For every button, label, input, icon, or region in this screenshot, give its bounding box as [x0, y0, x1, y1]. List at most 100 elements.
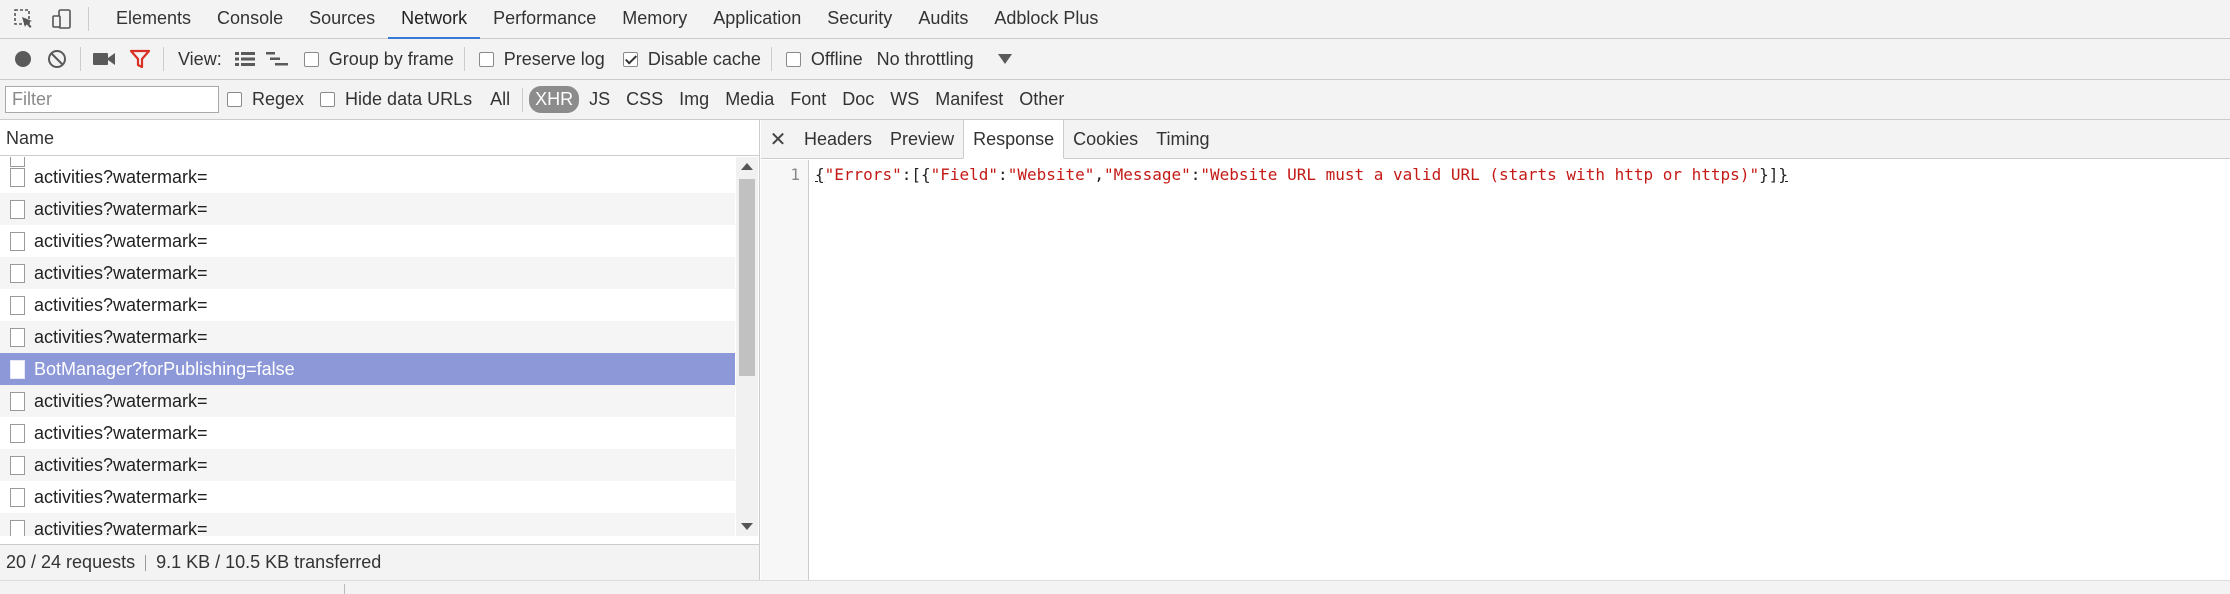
tab-audits[interactable]: Audits — [905, 0, 981, 39]
tab-network[interactable]: Network — [388, 0, 481, 40]
json-punctuation: } — [1778, 165, 1788, 184]
detail-tab-cookies[interactable]: Cookies — [1064, 120, 1147, 159]
file-icon — [10, 199, 25, 219]
network-toolbar: View: Group by frame Preserve log Disabl… — [0, 39, 2230, 80]
scroll-down-icon[interactable] — [741, 523, 753, 530]
table-row[interactable]: activities?watermark= — [0, 321, 735, 353]
file-icon — [10, 519, 25, 536]
filter-type-doc[interactable]: Doc — [836, 86, 880, 113]
capture-screenshots-icon[interactable] — [91, 46, 117, 72]
filter-icon[interactable] — [127, 46, 153, 72]
filter-type-media[interactable]: Media — [719, 86, 780, 113]
request-name: activities?watermark= — [34, 486, 208, 507]
tab-sources[interactable]: Sources — [296, 0, 388, 39]
file-icon — [10, 487, 25, 507]
hide-data-urls-checkbox[interactable] — [320, 92, 336, 107]
preserve-log-checkbox[interactable] — [478, 51, 494, 67]
table-row[interactable]: activities?watermark= — [0, 257, 735, 289]
table-row[interactable]: activities?watermark= — [0, 481, 735, 513]
table-row[interactable]: activities?watermark= — [0, 225, 735, 257]
disable-cache-label: Disable cache — [647, 48, 761, 69]
json-punctuation: :[{ — [901, 165, 931, 184]
json-string: "Website" — [1007, 165, 1095, 184]
status-bar: 20 / 24 requests 9.1 KB / 10.5 KB transf… — [0, 544, 760, 580]
table-row[interactable]: activities?watermark= — [0, 193, 735, 225]
request-count: 20 / 24 requests — [6, 552, 136, 572]
throttling-select[interactable]: No throttling — [877, 49, 1012, 70]
tab-adblock-plus[interactable]: Adblock Plus — [981, 0, 1111, 39]
tab-security[interactable]: Security — [814, 0, 905, 39]
view-label: View: — [178, 48, 222, 69]
inspect-element-icon[interactable] — [10, 5, 38, 33]
table-row[interactable]: BotManager?forPublishing=false — [0, 353, 735, 385]
table-row[interactable]: activities?watermark= — [0, 417, 735, 449]
detail-tab-preview[interactable]: Preview — [881, 120, 963, 159]
json-string: "Errors" — [824, 165, 902, 184]
tab-memory[interactable]: Memory — [609, 0, 700, 39]
device-toolbar-icon[interactable] — [48, 5, 76, 33]
tab-elements[interactable]: Elements — [103, 0, 204, 39]
group-by-frame-checkbox[interactable] — [303, 51, 319, 67]
filter-type-all[interactable]: All — [484, 86, 516, 113]
tab-application[interactable]: Application — [700, 0, 814, 39]
json-punctuation: , — [1094, 165, 1105, 184]
table-row[interactable]: activities?watermark= — [0, 161, 735, 193]
scroll-up-icon[interactable] — [741, 163, 753, 170]
table-row[interactable]: activities?watermark= — [0, 513, 735, 536]
throttling-value: No throttling — [876, 48, 974, 69]
response-body[interactable]: {"Errors":[{"Field":"Website","Message":… — [809, 160, 1788, 580]
file-icon — [10, 423, 25, 443]
table-row[interactable]: activities?watermark= — [0, 385, 735, 417]
waterfall-icon[interactable] — [264, 46, 290, 72]
request-list-scrollbar[interactable] — [736, 157, 758, 536]
line-number: 1 — [761, 160, 809, 580]
drawer-strip — [0, 580, 2230, 594]
offline-checkbox[interactable] — [785, 51, 801, 67]
status-divider — [145, 554, 147, 571]
filter-input[interactable] — [5, 86, 219, 113]
clear-icon[interactable] — [44, 46, 70, 72]
strip-divider — [344, 584, 345, 594]
group-by-frame-label: Group by frame — [328, 48, 454, 69]
hide-data-urls-label: Hide data URLs — [345, 89, 473, 109]
disable-cache-checkbox[interactable] — [622, 51, 638, 67]
regex-label: Regex — [252, 89, 305, 109]
json-string: "Field" — [930, 165, 999, 184]
scrollbar-thumb[interactable] — [739, 179, 755, 376]
filter-type-img[interactable]: Img — [673, 86, 715, 113]
detail-tab-response[interactable]: Response — [963, 118, 1065, 159]
tab-console[interactable]: Console — [204, 0, 296, 39]
request-rows: activities?watermark= activities?watermar… — [0, 157, 735, 536]
details-tabbar: ✕ Headers Preview Response Cookies Timing — [761, 118, 2230, 159]
large-rows-icon[interactable] — [232, 46, 258, 72]
request-name: BotManager?forPublishing=false — [34, 358, 295, 379]
filter-type-ws[interactable]: WS — [884, 86, 925, 113]
regex-checkbox[interactable] — [227, 92, 242, 107]
json-punctuation: : — [998, 165, 1008, 184]
json-string: "Message" — [1104, 165, 1191, 184]
record-icon[interactable] — [10, 46, 36, 72]
json-punctuation: : — [1190, 165, 1201, 184]
tabbar-separator — [88, 7, 89, 31]
filter-type-css[interactable]: CSS — [620, 86, 669, 113]
filter-bar: Regex Hide data URLs All XHRJSCSSImgMedia… — [0, 80, 2230, 120]
detail-tab-timing[interactable]: Timing — [1147, 120, 1218, 159]
detail-tab-headers[interactable]: Headers — [795, 120, 881, 159]
filter-type-font[interactable]: Font — [784, 86, 832, 113]
json-punctuation: }] — [1759, 165, 1779, 184]
table-row[interactable]: activities?watermark= — [0, 449, 735, 481]
response-viewer: 1 {"Errors":[{"Field":"Website","Message… — [761, 160, 2230, 580]
table-row[interactable]: activities?watermark= — [0, 289, 735, 321]
file-icon — [10, 263, 25, 283]
name-column-header[interactable]: Name — [0, 120, 759, 156]
filter-type-manifest[interactable]: Manifest — [929, 86, 1009, 113]
filter-type-js[interactable]: JS — [583, 86, 616, 113]
request-name: activities?watermark= — [34, 262, 208, 283]
request-name: activities?watermark= — [34, 294, 208, 315]
file-icon — [10, 231, 25, 251]
filter-type-other[interactable]: Other — [1013, 86, 1070, 113]
offline-label: Offline — [810, 48, 863, 69]
tab-performance[interactable]: Performance — [480, 0, 609, 39]
close-icon[interactable]: ✕ — [765, 126, 791, 152]
filter-type-xhr[interactable]: XHR — [529, 86, 580, 113]
